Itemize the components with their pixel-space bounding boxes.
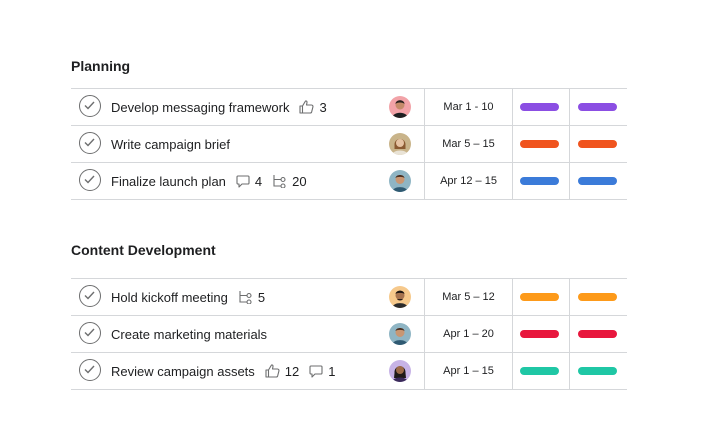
task-cell[interactable]: Review campaign assets 12 1: [111, 353, 336, 389]
likes-count[interactable]: 12: [265, 364, 299, 379]
comments-count[interactable]: 1: [309, 363, 336, 379]
table-row[interactable]: Review campaign assets 12 1 Apr 1 – 15: [71, 353, 627, 390]
comments-value: 1: [328, 363, 336, 379]
section-title: Content Development: [71, 242, 216, 258]
priority-pill[interactable]: [578, 330, 617, 338]
complete-checkbox[interactable]: [79, 132, 101, 154]
thumbs-up-icon: [299, 100, 314, 114]
section-content-development: Content Development Hold kickoff meeting…: [71, 240, 627, 390]
task-table: Hold kickoff meeting 5 Mar 5 – 12 Create…: [71, 278, 627, 390]
status-pill[interactable]: [520, 177, 559, 185]
avatar[interactable]: [389, 170, 411, 192]
check-icon: [84, 101, 95, 110]
thumbs-up-icon: [265, 364, 280, 378]
task-name: Create marketing materials: [111, 326, 268, 342]
priority-pill[interactable]: [578, 140, 617, 148]
check-icon: [84, 138, 95, 147]
status-pill[interactable]: [520, 103, 559, 111]
table-row[interactable]: Write campaign brief Mar 5 – 15: [71, 126, 627, 163]
priority-pill[interactable]: [578, 367, 617, 375]
subtask-icon: [239, 291, 252, 304]
check-icon: [84, 291, 95, 300]
table-row[interactable]: Finalize launch plan 4 20 Apr 12 – 15: [71, 163, 627, 200]
task-name: Write campaign brief: [111, 136, 230, 152]
avatar[interactable]: [389, 133, 411, 155]
likes-value: 12: [284, 363, 300, 379]
check-icon: [84, 365, 95, 374]
likes-value: 3: [319, 99, 327, 115]
table-row[interactable]: Create marketing materials Apr 1 – 20: [71, 316, 627, 353]
task-name: Review campaign assets: [111, 363, 255, 379]
check-icon: [84, 175, 95, 184]
priority-pill[interactable]: [578, 177, 617, 185]
task-cell[interactable]: Develop messaging framework 3: [111, 89, 327, 125]
comments-count[interactable]: 4: [236, 174, 262, 189]
complete-checkbox[interactable]: [79, 169, 101, 191]
likes-count[interactable]: 3: [299, 99, 327, 115]
avatar[interactable]: [389, 286, 411, 308]
complete-checkbox[interactable]: [79, 285, 101, 307]
status-pill[interactable]: [520, 367, 559, 375]
task-name: Develop messaging framework: [111, 99, 290, 115]
subtasks-value: 20: [292, 173, 307, 189]
status-pill[interactable]: [520, 293, 559, 301]
due-date[interactable]: Apr 1 – 20: [424, 316, 513, 352]
comments-value: 4: [254, 173, 263, 189]
due-date[interactable]: Apr 1 – 15: [424, 353, 513, 389]
complete-checkbox[interactable]: [79, 322, 101, 344]
task-cell[interactable]: Write campaign brief: [111, 126, 230, 162]
task-table: Develop messaging framework 3 Mar 1 - 10…: [71, 88, 627, 200]
task-cell[interactable]: Hold kickoff meeting 5: [111, 279, 265, 315]
table-row[interactable]: Hold kickoff meeting 5 Mar 5 – 12: [71, 279, 627, 316]
section-title: Planning: [71, 58, 131, 74]
subtasks-value: 5: [257, 289, 266, 305]
due-date[interactable]: Mar 5 – 12: [424, 279, 513, 315]
task-name: Hold kickoff meeting: [111, 289, 228, 305]
due-date[interactable]: Mar 5 – 15: [424, 126, 513, 162]
subtasks-count[interactable]: 5: [238, 290, 265, 305]
avatar[interactable]: [389, 323, 411, 345]
task-cell[interactable]: Create marketing materials: [111, 316, 267, 352]
task-cell[interactable]: Finalize launch plan 4 20: [111, 163, 307, 199]
check-icon: [84, 328, 95, 337]
table-row[interactable]: Develop messaging framework 3 Mar 1 - 10: [71, 89, 627, 126]
comment-icon: [309, 364, 323, 378]
complete-checkbox[interactable]: [79, 359, 101, 381]
complete-checkbox[interactable]: [79, 95, 101, 117]
subtasks-count[interactable]: 20: [272, 173, 307, 189]
subtask-icon: [273, 175, 286, 188]
task-name: Finalize launch plan: [111, 173, 226, 189]
section-planning: Planning Develop messaging framework 3 M…: [71, 56, 627, 200]
due-date[interactable]: Apr 12 – 15: [424, 163, 513, 199]
due-date[interactable]: Mar 1 - 10: [424, 89, 513, 125]
priority-pill[interactable]: [578, 293, 617, 301]
avatar[interactable]: [389, 360, 411, 382]
avatar[interactable]: [389, 96, 411, 118]
priority-pill[interactable]: [578, 103, 617, 111]
status-pill[interactable]: [520, 330, 559, 338]
status-pill[interactable]: [520, 140, 559, 148]
comment-icon: [236, 174, 250, 188]
